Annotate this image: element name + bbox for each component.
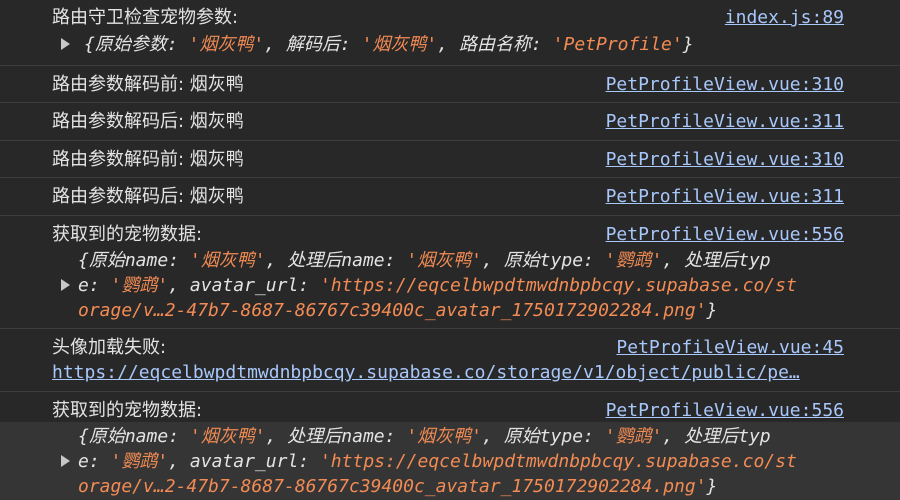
source-link[interactable]: PetProfileView.vue:310 [606,72,844,97]
expand-triangle-icon[interactable] [61,455,70,467]
log-message: 头像加载失败: [52,337,167,358]
console-entry: 获取到的宠物数据: PetProfileView.vue:556 {原始name… [0,216,900,329]
expand-triangle-icon[interactable] [61,279,70,291]
source-link[interactable]: PetProfileView.vue:556 [606,222,844,247]
source-link[interactable]: PetProfileView.vue:556 [606,398,844,423]
object-preview-line[interactable]: orage/v…2-47b7-8687-86767c39400c_avatar_… [78,298,717,323]
expand-triangle-icon[interactable] [61,38,70,50]
log-message: 路由参数解码前: 烟灰鸭 [52,74,244,95]
console-entry: 路由参数解码后: 烟灰鸭 PetProfileView.vue:311 [0,103,900,141]
source-link[interactable]: index.js:89 [725,5,844,30]
object-preview-line[interactable]: {原始name: '烟灰鸭', 处理后name: '烟灰鸭', 原始type: … [78,424,771,449]
console-entry: 路由参数解码前: 烟灰鸭 PetProfileView.vue:310 [0,66,900,103]
object-preview-line[interactable]: {原始name: '烟灰鸭', 处理后name: '烟灰鸭', 原始type: … [78,248,771,273]
log-message: 路由参数解码前: 烟灰鸭 [52,149,244,170]
object-preview-line[interactable]: e: '鹦鹉', avatar_url: 'https://eqcelbwpdt… [78,273,797,298]
console-entry: 路由守卫检查宠物参数: index.js:89 {原始参数: '烟灰鸭', 解码… [0,0,900,66]
log-message: 路由守卫检查宠物参数: [52,7,239,28]
object-preview-line[interactable]: e: '鹦鹉', avatar_url: 'https://eqcelbwpdt… [78,449,797,474]
avatar-url-link[interactable]: https://eqcelbwpdtmwdnbpbcqy.supabase.co… [52,360,848,385]
log-message: 路由参数解码后: 烟灰鸭 [52,111,244,132]
object-preview-line[interactable]: orage/v…2-47b7-8687-86767c39400c_avatar_… [78,474,717,499]
console-entry: 获取到的宠物数据: PetProfileView.vue:556 {原始name… [0,392,900,500]
object-preview[interactable]: {原始参数: '烟灰鸭', 解码后: '烟灰鸭', 路由名称: 'PetProf… [84,32,694,57]
source-link[interactable]: PetProfileView.vue:311 [606,109,844,134]
source-link[interactable]: PetProfileView.vue:310 [606,147,844,172]
devtools-console: 路由守卫检查宠物参数: index.js:89 {原始参数: '烟灰鸭', 解码… [0,0,900,500]
console-entry: 头像加载失败: PetProfileView.vue:45 https://eq… [0,329,900,392]
log-message: 获取到的宠物数据: [52,400,203,421]
source-link[interactable]: PetProfileView.vue:45 [616,335,844,360]
console-entry: 路由参数解码后: 烟灰鸭 PetProfileView.vue:311 [0,178,900,216]
source-link[interactable]: PetProfileView.vue:311 [606,184,844,209]
log-message: 获取到的宠物数据: [52,224,203,245]
log-message: 路由参数解码后: 烟灰鸭 [52,186,244,207]
console-entry: 路由参数解码前: 烟灰鸭 PetProfileView.vue:310 [0,141,900,178]
